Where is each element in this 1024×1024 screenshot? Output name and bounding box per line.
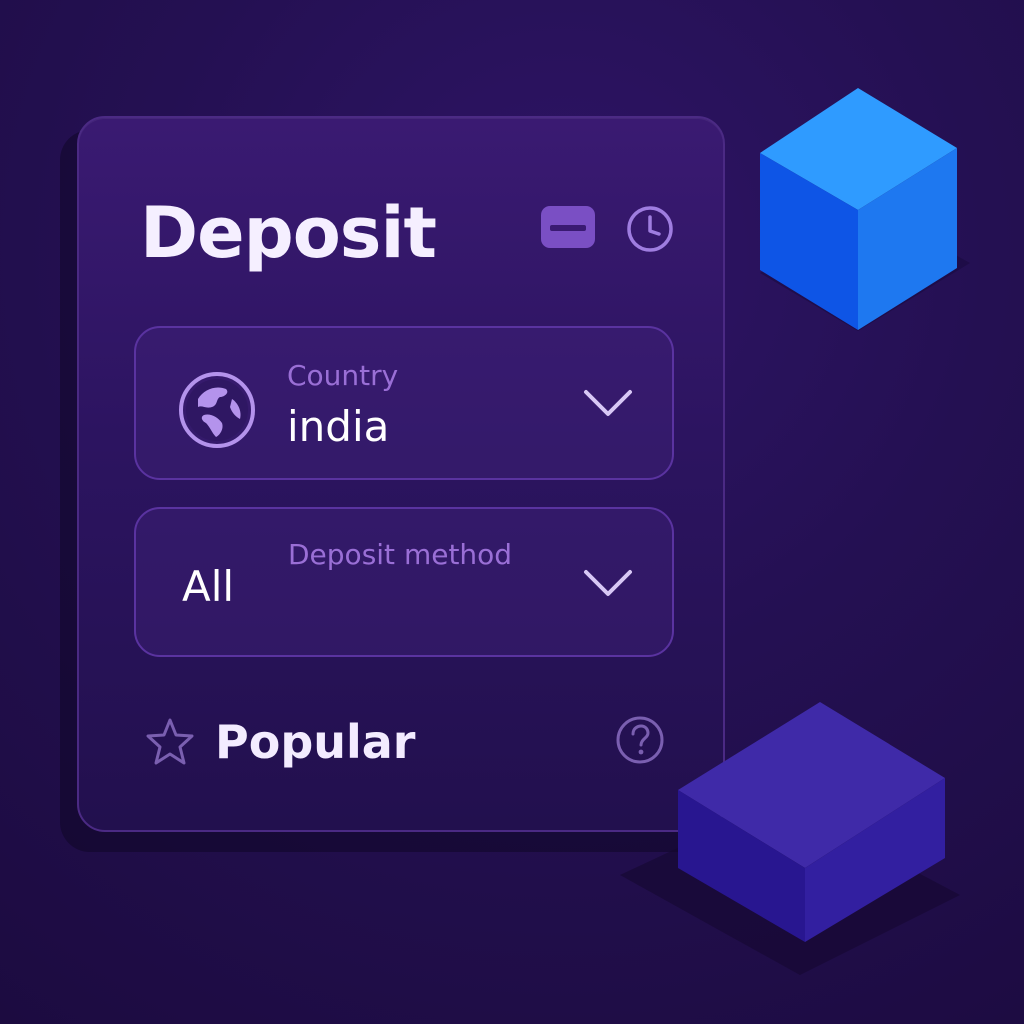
deposit-method-value: All xyxy=(182,562,235,611)
country-value: india xyxy=(287,402,390,451)
globe-icon xyxy=(179,372,255,448)
popular-label: Popular xyxy=(215,715,416,769)
chevron-down-icon[interactable] xyxy=(580,386,636,422)
card-icon xyxy=(541,206,595,248)
blue-cube-decoration xyxy=(760,88,970,331)
deposit-method-label: Deposit method xyxy=(288,538,513,571)
chevron-down-icon[interactable] xyxy=(580,566,636,602)
purple-cube-decoration xyxy=(620,702,960,975)
country-label: Country xyxy=(287,359,399,392)
clock-icon xyxy=(627,206,673,252)
star-icon xyxy=(146,718,194,765)
popular-section[interactable]: Popular xyxy=(140,708,670,778)
page-title: Deposit xyxy=(140,192,437,274)
clock-icon-button[interactable] xyxy=(625,204,675,254)
card-icon-button[interactable] xyxy=(540,205,596,249)
